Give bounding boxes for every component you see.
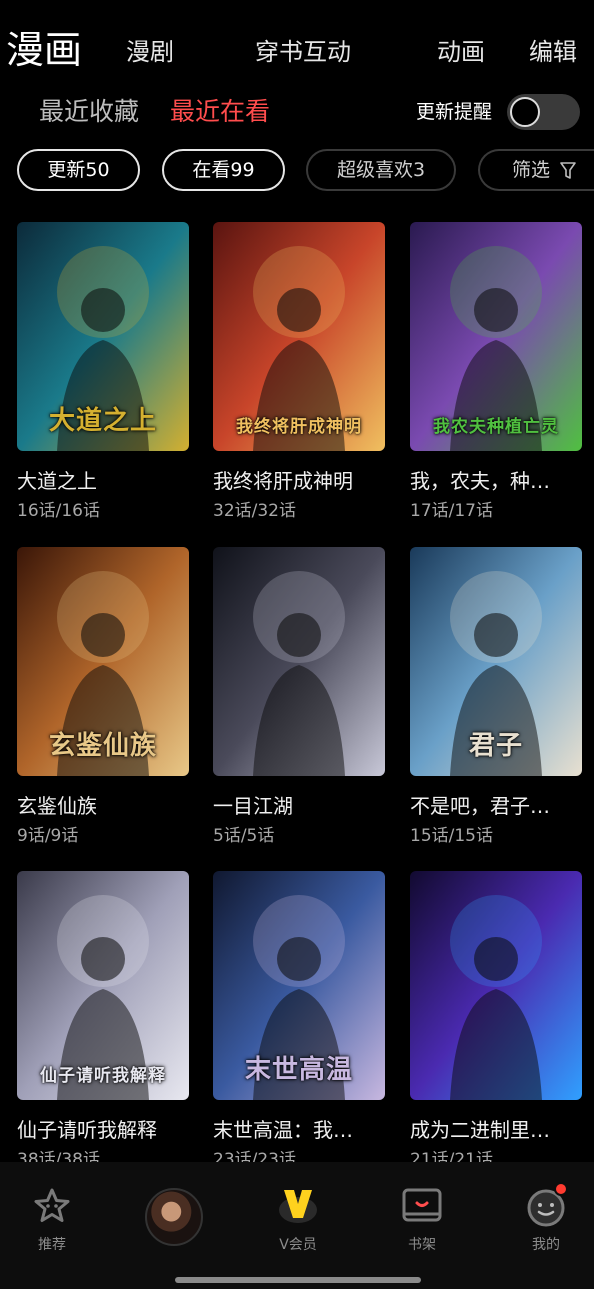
comic-cover-image[interactable]: 大道之上 <box>17 222 189 451</box>
edit-button[interactable]: 编辑 <box>529 22 577 82</box>
profile-face-icon <box>524 1182 568 1228</box>
notification-badge <box>554 1182 568 1196</box>
top-tab-bar: 漫画 漫剧 穿书互动 动画 编辑 <box>0 22 594 82</box>
filter-button[interactable]: 筛选 <box>478 149 594 191</box>
comic-progress: 16话/16话 <box>17 501 100 521</box>
bookshelf-icon <box>400 1184 444 1228</box>
update-reminder-label: 更新提醒 <box>416 101 493 123</box>
comic-title[interactable]: 不是吧，君子… <box>410 792 582 820</box>
comic-title[interactable]: 一目江湖 <box>213 792 385 820</box>
comic-card[interactable]: 玄鉴仙族 玄鉴仙族 9话/9话 <box>17 547 189 848</box>
comic-progress: 21话/21话 <box>410 1150 493 1162</box>
comic-cover-title: 君子 <box>468 731 523 761</box>
home-indicator <box>175 1277 421 1283</box>
nav-vip[interactable]: V会员 <box>258 1184 338 1254</box>
comic-progress: 5话/5话 <box>213 826 275 846</box>
chip-watching[interactable]: 在看99 <box>162 149 285 191</box>
comic-cover-title: 玄鉴仙族 <box>48 731 157 761</box>
comic-cover-image[interactable]: 君子 <box>410 547 582 776</box>
nav-mine-label: 我的 <box>532 1237 560 1253</box>
comic-progress: 23话/23话 <box>213 1150 296 1162</box>
comic-progress: 9话/9话 <box>17 826 79 846</box>
nav-recommend-label: 推荐 <box>38 1237 66 1253</box>
comic-progress: 15话/15话 <box>410 826 493 846</box>
comic-title[interactable]: 我，农夫，种… <box>410 467 582 495</box>
comic-card[interactable]: 末世高温末世高温：我… 23话/23话 <box>213 871 385 1162</box>
nav-recommend[interactable]: 推荐 <box>12 1184 92 1254</box>
tab-comic-drama[interactable]: 漫剧 <box>126 22 174 82</box>
comic-card[interactable]: 仙子请听我解释 仙子请听我解释 38话/38话 <box>17 871 189 1162</box>
comic-card[interactable]: 我农夫种植亡灵我，农夫，种… 17话/17话 <box>410 222 582 523</box>
comic-card[interactable]: 成为二进制里… 21话/21话 <box>410 871 582 1162</box>
update-reminder-toggle[interactable] <box>507 94 580 130</box>
comic-cover-title: 我农夫种植亡灵 <box>433 417 559 437</box>
comic-progress: 17话/17话 <box>410 501 493 521</box>
nav-mine[interactable]: 我的 <box>506 1182 586 1254</box>
comic-cover-title: 我终将肝成神明 <box>236 417 362 437</box>
comic-grid: 大道之上 大道之上 16话/16话 我终将肝成神明 我终将肝成神明 32话/32话 我农夫种… <box>17 222 583 1162</box>
comic-cover-image[interactable]: 仙子请听我解释 <box>17 871 189 1100</box>
comic-card[interactable]: 君子不是吧，君子… 15话/15话 <box>410 547 582 848</box>
chip-updated[interactable]: 更新50 <box>17 149 140 191</box>
comic-card[interactable]: 大道之上 大道之上 16话/16话 <box>17 222 189 523</box>
comic-title[interactable]: 成为二进制里… <box>410 1116 582 1144</box>
comic-title[interactable]: 末世高温：我… <box>213 1116 385 1144</box>
filter-label: 筛选 <box>512 159 551 181</box>
chip-super-like[interactable]: 超级喜欢3 <box>306 149 456 191</box>
filter-chip-bar: 更新50 在看99 超级喜欢3 筛选 <box>0 149 594 191</box>
comic-title[interactable]: 仙子请听我解释 <box>17 1116 189 1144</box>
comic-cover-title: 末世高温 <box>244 1055 353 1085</box>
funnel-icon <box>560 162 576 179</box>
comic-cover-image[interactable]: 玄鉴仙族 <box>17 547 189 776</box>
comic-progress: 38话/38话 <box>17 1150 100 1162</box>
tab-animation[interactable]: 动画 <box>437 22 485 82</box>
comic-card[interactable]: 我终将肝成神明 我终将肝成神明 32话/32话 <box>213 222 385 523</box>
comic-cover-title: 仙子请听我解释 <box>40 1066 166 1086</box>
tab-book-interactive[interactable]: 穿书互动 <box>255 22 351 82</box>
nav-vip-label: V会员 <box>279 1237 317 1253</box>
comic-cover-image[interactable] <box>213 547 385 776</box>
comic-title[interactable]: 大道之上 <box>17 467 189 495</box>
star-icon <box>30 1184 74 1228</box>
tab-recent-favorites[interactable]: 最近收藏 <box>39 90 139 134</box>
toggle-knob <box>510 97 540 127</box>
comic-title[interactable]: 玄鉴仙族 <box>17 792 189 820</box>
comic-cover-image[interactable]: 我终将肝成神明 <box>213 222 385 451</box>
comic-cover-title: 大道之上 <box>48 406 157 436</box>
avatar[interactable] <box>145 1188 203 1246</box>
comic-progress: 32话/32话 <box>213 501 296 521</box>
nav-bookshelf[interactable]: 书架 <box>382 1184 462 1254</box>
comic-cover-image[interactable] <box>410 871 582 1100</box>
comic-cover-image[interactable]: 我农夫种植亡灵 <box>410 222 582 451</box>
sub-tab-bar: 最近收藏 最近在看 更新提醒 <box>0 90 594 134</box>
tab-comics[interactable]: 漫画 <box>6 24 82 76</box>
nav-bookshelf-label: 书架 <box>408 1237 436 1253</box>
tab-recently-viewed[interactable]: 最近在看 <box>170 90 270 134</box>
comic-title[interactable]: 我终将肝成神明 <box>213 467 385 495</box>
bottom-nav-bar: 推荐 V会员 书架 我的 <box>0 1162 594 1289</box>
comic-cover-image[interactable]: 末世高温 <box>213 871 385 1100</box>
vip-v-icon <box>276 1184 320 1228</box>
comic-card[interactable]: 一目江湖 5话/5话 <box>213 547 385 848</box>
